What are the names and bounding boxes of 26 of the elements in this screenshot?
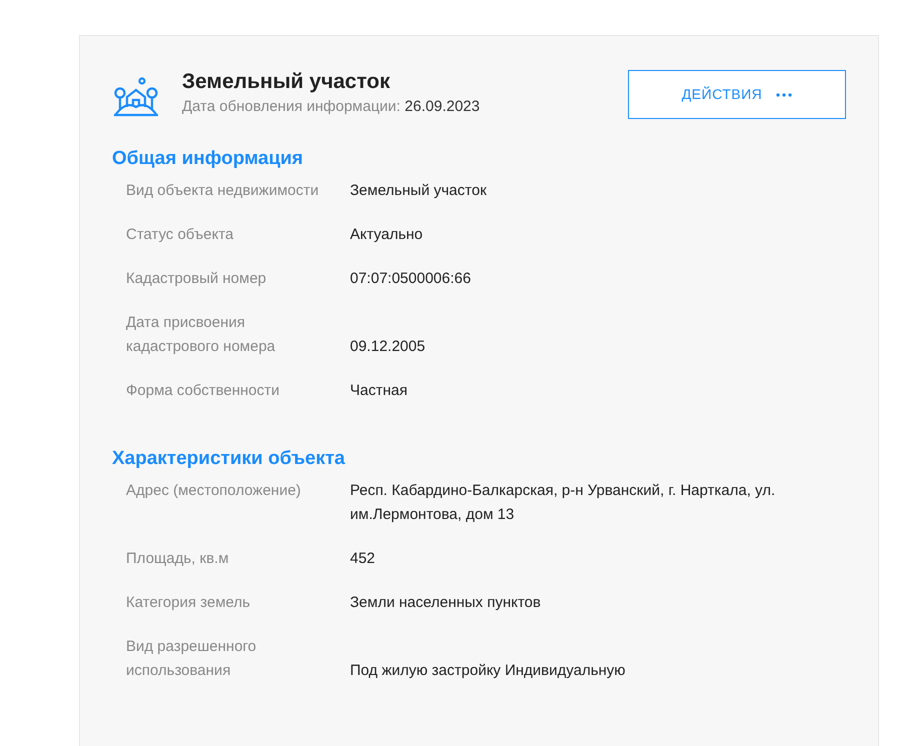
field-label: Адрес (местоположение) <box>126 481 302 501</box>
field-label: Форма собственности <box>126 381 281 401</box>
field-label: Дата присвоения кадастрового номера <box>126 313 276 357</box>
field-label: Кадастровый номер <box>126 269 268 289</box>
section-title: Характеристики объекта <box>112 447 346 471</box>
field-label: Статус объекта <box>126 225 235 245</box>
field-value: Земли населенных пунктов <box>350 593 542 613</box>
more-icon <box>776 92 792 96</box>
update-label: Дата обновления информации: <box>182 98 400 115</box>
field-value: Под жилую застройку Индивидуальную <box>350 661 626 681</box>
actions-button[interactable]: ДЕЙСТВИЯ <box>628 70 846 119</box>
field-value: Респ. Кабардино-Балкарская, р-н Урванский, г. Нарткала, ул. им.Лермонтова, дом 13 <box>350 481 776 525</box>
house-with-trees-icon <box>112 77 160 117</box>
field-label: Вид разрешенного использования <box>126 637 258 681</box>
field-value: Актуально <box>350 225 424 245</box>
field-value: Частная <box>350 381 408 401</box>
field-value: 09.12.2005 <box>350 337 426 357</box>
field-value: 07:07:0500006:66 <box>350 269 472 289</box>
field-label: Вид объекта недвижимости <box>126 181 320 201</box>
update-date: 26.09.2023 <box>404 98 480 115</box>
field-label: Категория земель <box>126 593 252 613</box>
page-title: Земельный участок <box>182 69 391 95</box>
field-label: Площадь, кв.м <box>126 549 230 569</box>
field-value: 452 <box>350 549 376 569</box>
field-value: Земельный участок <box>350 181 488 201</box>
section-title: Общая информация <box>112 147 304 171</box>
